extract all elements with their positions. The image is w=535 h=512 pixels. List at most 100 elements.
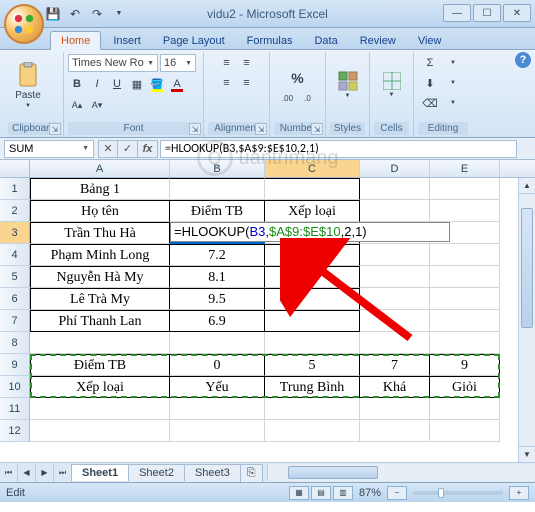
clear-dropdown-icon[interactable]: ▼ bbox=[444, 94, 462, 112]
scroll-down-icon[interactable]: ▼ bbox=[519, 446, 535, 462]
page-layout-view-button[interactable]: ▤ bbox=[311, 486, 331, 500]
cell-d4[interactable] bbox=[360, 244, 430, 266]
row-header-3[interactable]: 3 bbox=[0, 222, 30, 244]
name-box[interactable]: SUM▼ bbox=[4, 140, 94, 158]
cell-e7[interactable] bbox=[430, 310, 500, 332]
row-header-9[interactable]: 9 bbox=[0, 354, 30, 376]
fill-color-button[interactable]: 🪣 bbox=[148, 75, 166, 93]
number-launcher-icon[interactable]: ⇲ bbox=[311, 123, 323, 135]
cell-e10[interactable]: Giỏi bbox=[430, 376, 500, 398]
decrease-decimal-button[interactable]: .0 bbox=[299, 89, 317, 107]
cell-a6[interactable]: Lê Trà My bbox=[30, 288, 170, 310]
cell-a2[interactable]: Họ tên bbox=[30, 200, 170, 222]
grow-font-button[interactable]: A▴ bbox=[68, 96, 86, 114]
cell-d10[interactable]: Khá bbox=[360, 376, 430, 398]
cell-b11[interactable] bbox=[170, 398, 265, 420]
scroll-thumb[interactable] bbox=[521, 208, 533, 328]
align-left-button[interactable]: ≡ bbox=[218, 74, 236, 92]
row-header-8[interactable]: 8 bbox=[0, 332, 30, 354]
cell-b2[interactable]: Điểm TB bbox=[170, 200, 265, 222]
zoom-knob[interactable] bbox=[438, 488, 444, 498]
row-header-11[interactable]: 11 bbox=[0, 398, 30, 420]
cell-c6[interactable] bbox=[265, 288, 360, 310]
paste-button[interactable]: Paste ▼ bbox=[8, 54, 48, 116]
underline-button[interactable]: U bbox=[108, 75, 126, 93]
cell-c1[interactable] bbox=[265, 178, 360, 200]
cell-a1[interactable]: Bảng 1 bbox=[30, 178, 170, 200]
alignment-launcher-icon[interactable]: ⇲ bbox=[255, 123, 267, 135]
col-header-e[interactable]: E bbox=[430, 160, 500, 177]
cell-e12[interactable] bbox=[430, 420, 500, 442]
cell-b7[interactable]: 6.9 bbox=[170, 310, 265, 332]
cell-a7[interactable]: Phí Thanh Lan bbox=[30, 310, 170, 332]
select-all-corner[interactable] bbox=[0, 160, 30, 177]
cell-b5[interactable]: 8.1 bbox=[170, 266, 265, 288]
percent-button[interactable]: % bbox=[285, 69, 311, 87]
col-header-d[interactable]: D bbox=[360, 160, 430, 177]
cell-d11[interactable] bbox=[360, 398, 430, 420]
sheet-tab-2[interactable]: Sheet2 bbox=[128, 464, 185, 481]
tab-nav-prev-icon[interactable]: ◀ bbox=[18, 464, 36, 482]
cell-c2[interactable]: Xếp loại bbox=[265, 200, 360, 222]
shrink-font-button[interactable]: A▾ bbox=[88, 96, 106, 114]
fill-dropdown-icon[interactable]: ▼ bbox=[444, 74, 462, 92]
bold-button[interactable]: B bbox=[68, 75, 86, 93]
tab-data[interactable]: Data bbox=[304, 32, 347, 49]
increase-decimal-button[interactable]: .00 bbox=[279, 89, 297, 107]
office-button[interactable] bbox=[4, 4, 44, 44]
normal-view-button[interactable]: ▦ bbox=[289, 486, 309, 500]
cell-c12[interactable] bbox=[265, 420, 360, 442]
cancel-formula-button[interactable]: ✕ bbox=[98, 140, 118, 158]
cell-d7[interactable] bbox=[360, 310, 430, 332]
cell-c9[interactable]: 5 bbox=[265, 354, 360, 376]
fill-button[interactable]: ⬇ bbox=[418, 74, 442, 92]
cell-c11[interactable] bbox=[265, 398, 360, 420]
vertical-scrollbar[interactable]: ▲ ▼ bbox=[518, 178, 535, 462]
font-color-button[interactable]: A bbox=[168, 75, 186, 93]
cell-c10[interactable]: Trung Bình bbox=[265, 376, 360, 398]
insert-function-button[interactable]: fx bbox=[138, 140, 158, 158]
redo-icon[interactable]: ↷ bbox=[88, 5, 106, 23]
autosum-button[interactable]: Σ bbox=[418, 54, 442, 72]
cell-a10[interactable]: Xếp loại bbox=[30, 376, 170, 398]
enter-formula-button[interactable]: ✓ bbox=[118, 140, 138, 158]
cell-c4[interactable] bbox=[265, 244, 360, 266]
cell-b4[interactable]: 7.2 bbox=[170, 244, 265, 266]
align-middle-button[interactable]: ≡ bbox=[238, 54, 256, 72]
sheet-tab-1[interactable]: Sheet1 bbox=[71, 464, 129, 481]
horizontal-scrollbar[interactable] bbox=[267, 464, 535, 481]
col-header-c[interactable]: C bbox=[265, 160, 360, 177]
cell-c5[interactable] bbox=[265, 266, 360, 288]
cell-d12[interactable] bbox=[360, 420, 430, 442]
border-button[interactable]: ▦ bbox=[128, 75, 146, 93]
cell-e6[interactable] bbox=[430, 288, 500, 310]
styles-button[interactable]: ▼ bbox=[330, 54, 365, 116]
row-header-7[interactable]: 7 bbox=[0, 310, 30, 332]
minimize-button[interactable]: — bbox=[443, 4, 471, 22]
cell-a4[interactable]: Phạm Minh Long bbox=[30, 244, 170, 266]
zoom-out-button[interactable]: − bbox=[387, 486, 407, 500]
sheet-tab-3[interactable]: Sheet3 bbox=[184, 464, 241, 481]
cell-a8[interactable] bbox=[30, 332, 170, 354]
editing-cell-c3[interactable]: =HLOOKUP(B3,$A$9:$E$10,2,1) bbox=[170, 222, 450, 242]
new-sheet-tab-icon[interactable]: ⎘ bbox=[240, 464, 263, 482]
clipboard-launcher-icon[interactable]: ⇲ bbox=[49, 123, 61, 135]
tab-view[interactable]: View bbox=[408, 32, 452, 49]
scroll-up-icon[interactable]: ▲ bbox=[519, 178, 535, 194]
cell-e8[interactable] bbox=[430, 332, 500, 354]
cell-e5[interactable] bbox=[430, 266, 500, 288]
tab-review[interactable]: Review bbox=[350, 32, 406, 49]
formula-bar[interactable]: =HLOOKUP(B3,$A$9:$E$10,2,1) bbox=[160, 140, 517, 158]
row-header-10[interactable]: 10 bbox=[0, 376, 30, 398]
hscroll-thumb[interactable] bbox=[288, 466, 378, 479]
cell-a12[interactable] bbox=[30, 420, 170, 442]
qat-dropdown-icon[interactable]: ▼ bbox=[110, 5, 128, 23]
cell-b9[interactable]: 0 bbox=[170, 354, 265, 376]
cell-d1[interactable] bbox=[360, 178, 430, 200]
undo-icon[interactable]: ↶ bbox=[66, 5, 84, 23]
cell-c7[interactable] bbox=[265, 310, 360, 332]
tab-page-layout[interactable]: Page Layout bbox=[153, 32, 235, 49]
clear-button[interactable]: ⌫ bbox=[418, 94, 442, 112]
cell-a3[interactable]: Trần Thu Hà bbox=[30, 222, 170, 244]
cell-a9[interactable]: Điểm TB bbox=[30, 354, 170, 376]
